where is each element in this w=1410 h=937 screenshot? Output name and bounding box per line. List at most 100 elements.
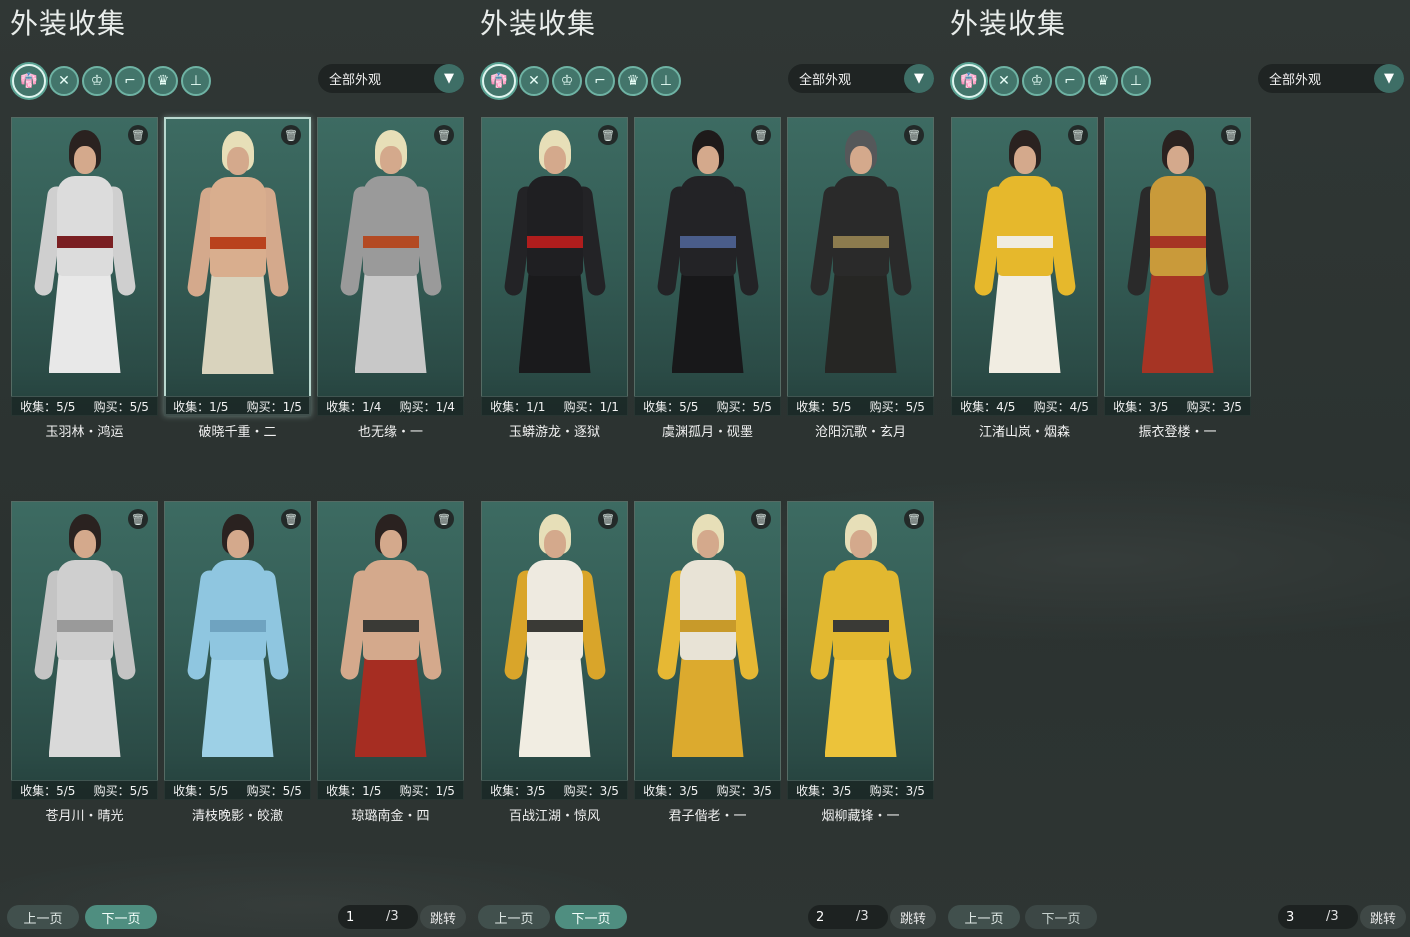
page-title: 外装收集 (10, 7, 127, 40)
appearance-filter-dropdown[interactable]: 全部外观 ▼ (788, 64, 934, 93)
torso (679, 560, 736, 660)
pants-icon[interactable]: ⊥ (181, 66, 211, 96)
mask-icon[interactable]: ♛ (618, 66, 648, 96)
torso (56, 176, 113, 276)
costume-card[interactable]: 🗑 收集：1/5 购买：1/5 破晓千重・二 (164, 117, 311, 440)
outfit-icon[interactable]: 👘 (952, 64, 986, 98)
trash-icon[interactable]: 🗑 (281, 509, 301, 529)
accessory-icon[interactable]: ♔ (82, 66, 112, 96)
next-page-button[interactable]: 下一页 (85, 905, 157, 929)
mask-icon[interactable]: ♛ (1088, 66, 1118, 96)
trash-icon[interactable]: 🗑 (1221, 125, 1241, 145)
trash-icon[interactable]: 🗑 (434, 509, 454, 529)
chevron-down-icon[interactable]: ▼ (434, 64, 464, 93)
prev-page-button[interactable]: 上一页 (7, 905, 79, 929)
sash (209, 620, 266, 632)
page-number-input[interactable]: 1/3 (338, 905, 418, 929)
pants-glyph: ⊥ (659, 73, 673, 89)
torso (209, 177, 266, 277)
character-preview (655, 514, 760, 779)
collect-count: 收集：4/5 (960, 400, 1016, 414)
head (379, 146, 402, 174)
shoes-icon[interactable]: ⌐ (585, 66, 615, 96)
trash-icon[interactable]: 🗑 (281, 125, 301, 145)
next-page-button[interactable]: 下一页 (555, 905, 627, 929)
outfit-icon[interactable]: 👘 (482, 64, 516, 98)
pants-icon[interactable]: ⊥ (651, 66, 681, 96)
trash-icon[interactable]: 🗑 (434, 125, 454, 145)
costume-card[interactable]: 🗑 收集：3/5 购买：3/5 君子偕老・一 (634, 501, 781, 824)
pants-icon[interactable]: ⊥ (1121, 66, 1151, 96)
buy-count: 购买：5/5 (246, 784, 302, 798)
sash (1149, 236, 1206, 248)
costume-card[interactable]: 🗑 收集：3/5 购买：3/5 振衣登楼・一 (1104, 117, 1251, 440)
card-frame (1104, 117, 1251, 416)
costume-card[interactable]: 🗑 收集：1/1 购买：1/1 玉蟒游龙・逐狱 (481, 117, 628, 440)
collection-stats: 收集：5/5 购买：5/5 (11, 780, 158, 800)
costume-name: 沧阳沉歌・玄月 (814, 425, 906, 440)
prev-page-button[interactable]: 上一页 (478, 905, 550, 929)
trash-icon[interactable]: 🗑 (128, 125, 148, 145)
costume-card[interactable]: 🗑 收集：1/5 购买：1/5 琼璐南金・四 (317, 501, 464, 824)
costume-card[interactable]: 🗑 收集：5/5 购买：5/5 清枝晚影・皎澈 (164, 501, 311, 824)
head (696, 530, 719, 558)
costume-card[interactable]: 🗑 收集：5/5 购买：5/5 玉羽林・鸿运 (11, 117, 158, 440)
costume-card[interactable]: 🗑 收集：5/5 购买：5/5 沧阳沉歌・玄月 (787, 117, 934, 440)
torso (679, 176, 736, 276)
collection-stats: 收集：1/5 购买：1/5 (164, 396, 311, 416)
page-number-input[interactable]: 3/3 (1278, 905, 1358, 929)
weapon-icon[interactable]: ✕ (519, 66, 549, 96)
next-page-button[interactable]: 下一页 (1025, 905, 1097, 929)
costume-card[interactable]: 🗑 收集：1/4 购买：1/4 也无缘・一 (317, 117, 464, 440)
buy-count: 购买：3/5 (716, 784, 772, 798)
outfit-glyph: 👘 (960, 73, 978, 89)
trash-icon[interactable]: 🗑 (751, 509, 771, 529)
appearance-filter-dropdown[interactable]: 全部外观 ▼ (318, 64, 464, 93)
sash (526, 620, 583, 632)
card-frame (317, 117, 464, 416)
costume-card[interactable]: 🗑 收集：5/5 购买：5/5 虞渊孤月・砚墨 (634, 117, 781, 440)
collection-stats: 收集：5/5 购买：5/5 (787, 396, 934, 416)
appearance-filter-dropdown[interactable]: 全部外观 ▼ (1258, 64, 1404, 93)
weapon-icon[interactable]: ✕ (989, 66, 1019, 96)
chevron-down-icon[interactable]: ▼ (1374, 64, 1404, 93)
trash-icon[interactable]: 🗑 (128, 509, 148, 529)
mask-icon[interactable]: ♛ (148, 66, 178, 96)
trash-icon[interactable]: 🗑 (598, 509, 618, 529)
buy-count: 购买：5/5 (869, 400, 925, 414)
torso (56, 560, 113, 660)
trash-icon[interactable]: 🗑 (904, 125, 924, 145)
collection-stats: 收集：4/5 购买：4/5 (951, 396, 1098, 416)
chevron-down-icon[interactable]: ▼ (904, 64, 934, 93)
prev-page-button[interactable]: 上一页 (948, 905, 1020, 929)
buy-count: 购买：1/5 (246, 400, 302, 414)
shoes-glyph: ⌐ (124, 73, 136, 89)
jump-button[interactable]: 跳转 (420, 905, 466, 929)
collect-count: 收集：3/5 (490, 784, 546, 798)
outfit-icon[interactable]: 👘 (12, 64, 46, 98)
shoes-icon[interactable]: ⌐ (1055, 66, 1085, 96)
weapon-glyph: ✕ (58, 73, 70, 89)
jump-button[interactable]: 跳转 (1360, 905, 1406, 929)
costume-card[interactable]: 🗑 收集：3/5 购买：3/5 百战江湖・惊风 (481, 501, 628, 824)
collection-stats: 收集：1/4 购买：1/4 (317, 396, 464, 416)
head (543, 146, 566, 174)
page-number-input[interactable]: 2/3 (808, 905, 888, 929)
shoes-icon[interactable]: ⌐ (115, 66, 145, 96)
head (849, 530, 872, 558)
jump-button[interactable]: 跳转 (890, 905, 936, 929)
costume-card[interactable]: 🗑 收集：5/5 购买：5/5 苍月川・晴光 (11, 501, 158, 824)
pagination: 上一页 下一页 1/3 跳转 (0, 905, 470, 931)
trash-icon[interactable]: 🗑 (1068, 125, 1088, 145)
weapon-icon[interactable]: ✕ (49, 66, 79, 96)
pagination: 上一页 下一页 2/3 跳转 (470, 905, 940, 931)
accessory-icon[interactable]: ♔ (552, 66, 582, 96)
costume-card[interactable]: 🗑 收集：4/5 购买：4/5 江渚山岚・烟森 (951, 117, 1098, 440)
trash-icon[interactable]: 🗑 (904, 509, 924, 529)
trash-icon[interactable]: 🗑 (598, 125, 618, 145)
accessory-icon[interactable]: ♔ (1022, 66, 1052, 96)
costume-name: 百战江湖・惊风 (508, 809, 600, 824)
costume-card[interactable]: 🗑 收集：3/5 购买：3/5 烟柳藏锋・一 (787, 501, 934, 824)
torso (832, 560, 889, 660)
trash-icon[interactable]: 🗑 (751, 125, 771, 145)
